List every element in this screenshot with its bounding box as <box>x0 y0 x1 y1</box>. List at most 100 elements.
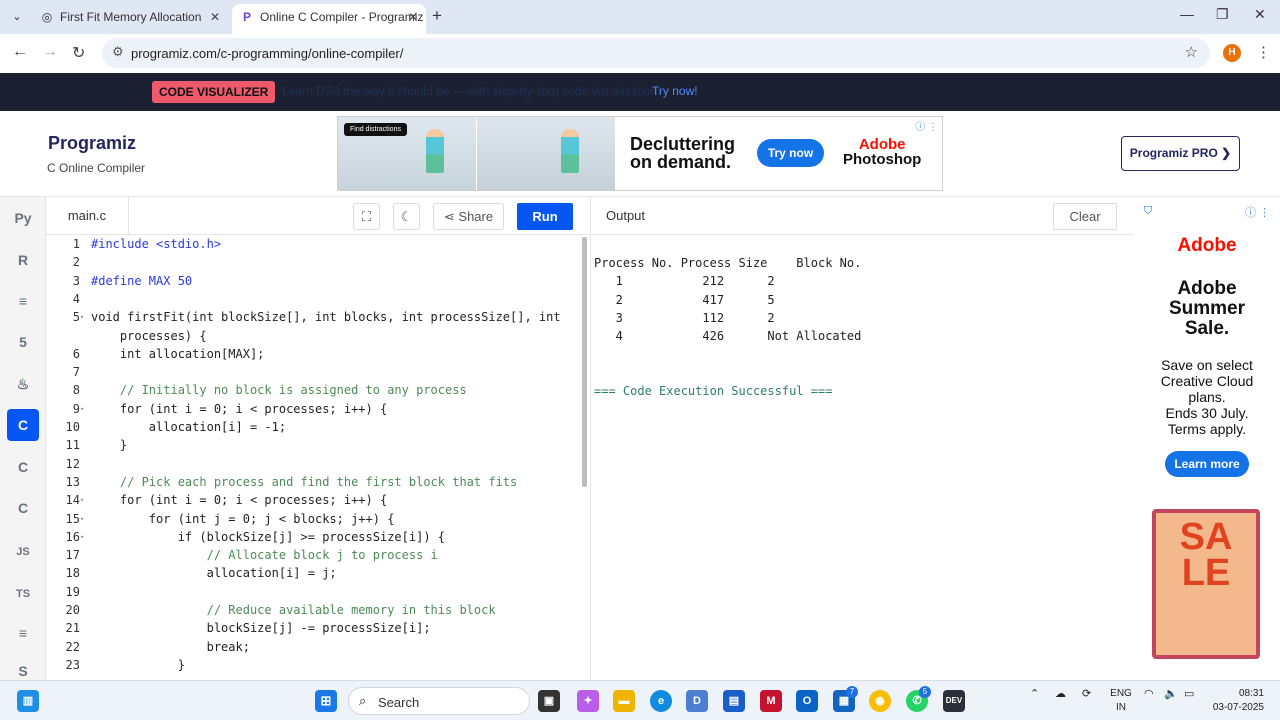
window-close-icon[interactable]: ✕ <box>1254 6 1266 23</box>
store-icon[interactable]: ▤ <box>723 690 745 712</box>
code-line[interactable]: // Pick each process and find the first … <box>91 475 517 489</box>
volume-icon[interactable]: 🔈 <box>1164 687 1178 700</box>
taskbar-clock[interactable]: 08:31 03-07-2025 <box>1212 687 1264 715</box>
tab-search-icon[interactable]: ⌄ <box>6 7 28 27</box>
learn-more-button[interactable]: Learn more <box>1165 451 1249 477</box>
mcafee-icon[interactable]: M <box>760 690 782 712</box>
banner-ad[interactable]: Find distractions Decluttering on demand… <box>337 116 943 191</box>
code-line[interactable]: #define MAX 50 <box>91 274 192 288</box>
dev-cpp-icon[interactable]: DEV <box>943 690 965 712</box>
fold-arrow-icon[interactable]: ▾ <box>80 533 84 541</box>
browser-tab-first-fit[interactable]: ◎ First Fit Memory Allocation ✕ <box>32 4 228 34</box>
csharp-icon[interactable]: C <box>7 492 39 524</box>
ad-info-icon[interactable]: ⓘ ⋮ <box>915 118 938 133</box>
language-indicator[interactable]: ENG IN <box>1110 687 1132 715</box>
code-line[interactable]: // Initially no block is assigned to any… <box>91 383 467 397</box>
ad-choices-icon[interactable]: ⛉ <box>1144 205 1152 218</box>
cpp-icon[interactable]: C <box>7 451 39 483</box>
reload-icon[interactable]: ↻ <box>72 43 85 63</box>
sync-icon[interactable]: ⟳ <box>1082 687 1091 700</box>
bookmark-star-icon[interactable]: ☆ <box>1185 43 1198 61</box>
code-line[interactable]: // Reduce available memory in this block <box>91 603 496 617</box>
profile-avatar[interactable]: H <box>1223 44 1241 62</box>
code-line[interactable]: } <box>91 658 185 672</box>
forward-icon[interactable]: → <box>42 43 58 61</box>
taskbar-search-input[interactable]: ⌕ Search <box>348 687 530 715</box>
widgets-icon[interactable]: ▥ <box>17 690 39 712</box>
tab-close-icon[interactable]: ✕ <box>210 4 220 30</box>
share-button[interactable]: ⋖ Share <box>433 203 504 230</box>
code-line[interactable]: allocation[i] = j; <box>91 566 337 580</box>
copilot-icon[interactable]: ✦ <box>577 690 599 712</box>
code-line[interactable]: blockSize[j] -= processSize[i]; <box>91 621 431 635</box>
browser-menu-icon[interactable]: ⋮ <box>1256 43 1271 61</box>
minimize-icon[interactable]: — <box>1180 6 1194 22</box>
back-icon[interactable]: ← <box>12 43 28 61</box>
browser-tab-programiz[interactable]: P Online C Compiler - Programiz ✕ <box>232 4 426 34</box>
ad-body-line: Save on select <box>1161 357 1253 373</box>
maximize-icon[interactable]: ❐ <box>1216 6 1229 23</box>
code-area[interactable]: 1 #include <stdio.h> 2 3 #define MAX 50 4 5 ▾ vo… <box>46 235 581 680</box>
clear-button[interactable]: Clear <box>1053 203 1117 230</box>
javascript-icon[interactable]: JS <box>7 536 39 568</box>
code-line[interactable]: allocation[i] = -1; <box>91 420 286 434</box>
code-line[interactable]: for (int i = 0; i < processes; i++) { <box>91 493 387 507</box>
fold-arrow-icon[interactable]: ▾ <box>80 496 84 504</box>
site-info-icon[interactable]: ⚙ <box>112 44 124 60</box>
ad-body-line: Terms apply. <box>1167 421 1247 437</box>
ad-try-now-button[interactable]: Try now <box>757 139 824 167</box>
c-language-icon[interactable]: C <box>7 409 39 441</box>
chrome-icon[interactable]: ◉ <box>869 690 891 712</box>
run-button[interactable]: Run <box>517 203 573 230</box>
sidebar-ad[interactable]: ⛉ ⓘ ⋮ Adobe Adobe Summer Sale. Save on s… <box>1140 203 1274 680</box>
fold-arrow-icon[interactable]: ▾ <box>80 405 84 413</box>
url-input[interactable]: ⚙ programiz.com/c-programming/online-com… <box>102 38 1210 68</box>
code-line[interactable]: } <box>91 438 127 452</box>
ad-person-image <box>561 129 579 173</box>
ad-headline-line: on demand. <box>630 152 732 172</box>
code-line[interactable]: // Allocate block j to process i <box>91 548 438 562</box>
code-line[interactable]: processes) { <box>91 329 207 343</box>
code-visualizer-badge[interactable]: CODE VISUALIZER <box>152 81 276 103</box>
typescript-icon[interactable]: TS <box>7 578 39 610</box>
outlook-icon[interactable]: O <box>796 690 818 712</box>
onedrive-icon[interactable]: ☁ <box>1055 687 1066 700</box>
dell-icon[interactable]: D <box>686 690 708 712</box>
fullscreen-icon[interactable]: ⛶ <box>353 203 380 230</box>
code-line[interactable]: #include <stdio.h> <box>91 237 221 251</box>
editor-scrollbar[interactable] <box>582 237 587 487</box>
programiz-pro-button[interactable]: Programiz PRO ❯ <box>1121 136 1240 171</box>
browser-tab-bar: ⌄ ◎ First Fit Memory Allocation ✕ P Onli… <box>0 0 1280 34</box>
code-line[interactable]: int allocation[MAX]; <box>91 347 265 361</box>
task-view-icon[interactable]: ▣ <box>538 690 560 712</box>
wifi-icon[interactable]: ◠ <box>1144 687 1154 700</box>
new-tab-icon[interactable]: + <box>432 6 442 26</box>
edge-icon[interactable]: e <box>650 690 672 712</box>
line-number: 1 <box>72 237 80 251</box>
go-icon[interactable]: ≡ <box>7 617 39 649</box>
ad-info-icon[interactable]: ⓘ ⋮ <box>1245 204 1270 220</box>
code-line[interactable]: void firstFit(int blockSize[], int block… <box>91 310 561 324</box>
adobe-logo: Adobe <box>1177 235 1237 256</box>
programiz-logo[interactable]: Programiz <box>48 133 136 154</box>
ad-person-image <box>426 129 444 173</box>
r-language-icon[interactable]: R <box>7 244 39 276</box>
code-line[interactable]: for (int i = 0; i < processes; i++) { <box>91 402 387 416</box>
python-icon[interactable]: Py <box>7 202 39 234</box>
show-hidden-icons[interactable]: ⌃ <box>1030 687 1039 700</box>
file-tab-main-c[interactable]: main.c <box>46 197 129 235</box>
dark-mode-icon[interactable]: ☾ <box>393 203 420 230</box>
code-line[interactable]: if (blockSize[j] >= processSize[i]) { <box>91 530 445 544</box>
fold-arrow-icon[interactable]: ▾ <box>80 313 84 321</box>
java-icon[interactable]: ♨ <box>7 368 39 400</box>
battery-icon[interactable]: ▭ <box>1184 687 1194 700</box>
file-explorer-icon[interactable]: ▬ <box>613 690 635 712</box>
start-icon[interactable]: ⊞ <box>315 690 337 712</box>
sql-icon[interactable]: ≡ <box>7 285 39 317</box>
code-line[interactable]: break; <box>91 640 250 654</box>
code-line[interactable]: for (int j = 0; j < blocks; j++) { <box>91 512 395 526</box>
html-icon[interactable]: 5 <box>7 326 39 358</box>
fold-arrow-icon[interactable]: ▾ <box>80 515 84 523</box>
promo-try-now-link[interactable]: Try now! <box>652 84 698 98</box>
tab-close-icon[interactable]: ✕ <box>408 4 418 30</box>
